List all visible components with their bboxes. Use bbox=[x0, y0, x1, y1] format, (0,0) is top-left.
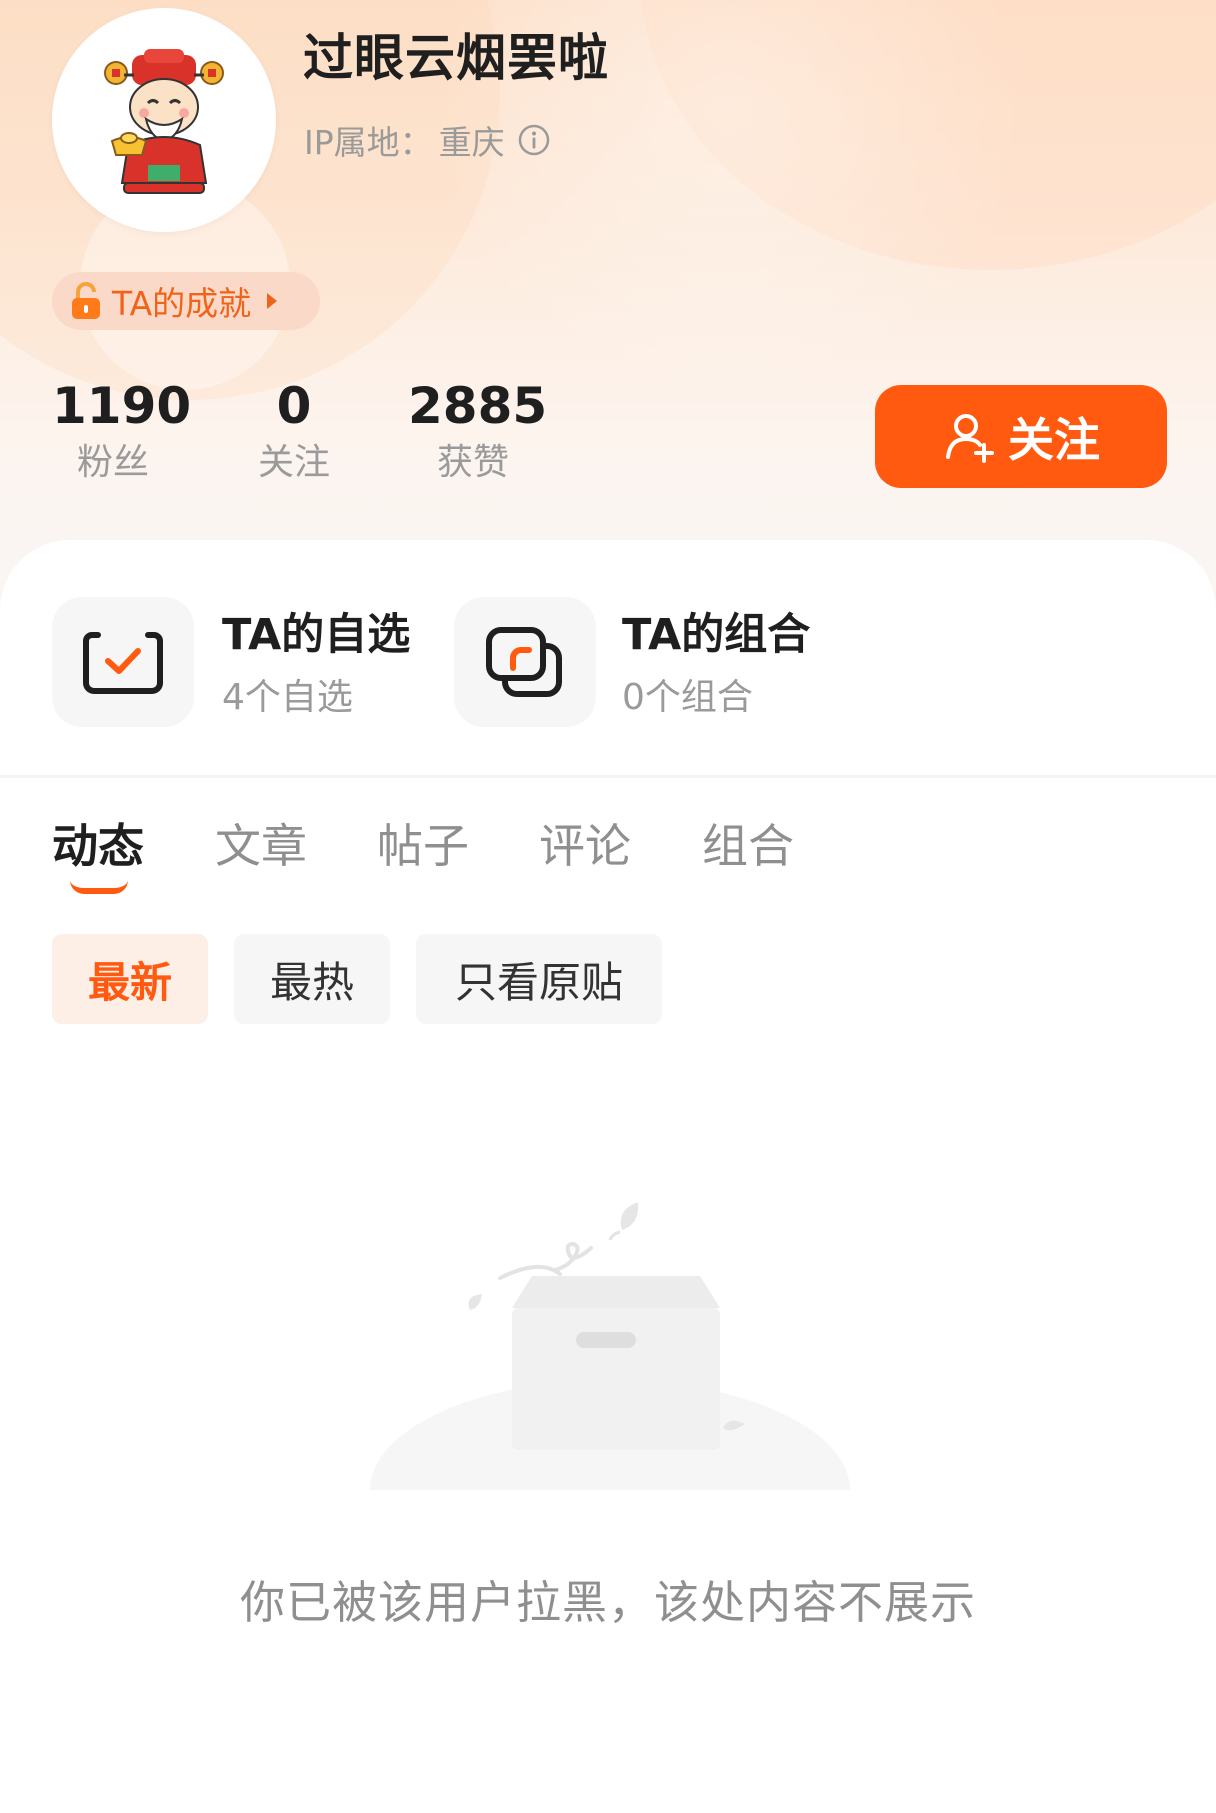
section-divider bbox=[0, 775, 1216, 778]
stat-label: 获赞 bbox=[436, 442, 509, 483]
follow-button[interactable]: 关注 bbox=[875, 385, 1167, 488]
watchlist-check-icon bbox=[83, 632, 163, 694]
achievement-button[interactable]: TA的成就 bbox=[52, 272, 320, 330]
filter-latest[interactable]: 最新 bbox=[52, 934, 208, 1024]
stat-label: 粉丝 bbox=[76, 442, 149, 483]
blocked-message: 你已被该用户拉黑，该处内容不展示 bbox=[239, 1576, 976, 1629]
stat-value: 1190 bbox=[52, 377, 192, 435]
tab-comments[interactable]: 评论 bbox=[539, 810, 631, 876]
portfolio-tile[interactable] bbox=[454, 597, 596, 727]
portfolio-subtitle: 0个组合 bbox=[622, 677, 753, 718]
add-user-icon bbox=[942, 409, 998, 465]
active-tab-indicator bbox=[70, 880, 128, 894]
tab-portfolios[interactable]: 组合 bbox=[702, 810, 794, 876]
ip-label: IP属地： bbox=[304, 123, 433, 162]
follow-button-label: 关注 bbox=[1008, 412, 1100, 467]
avatar[interactable] bbox=[52, 8, 276, 232]
ip-location-row: IP属地： 重庆 bbox=[304, 116, 551, 164]
unlock-icon bbox=[68, 281, 104, 321]
watchlist-tile[interactable] bbox=[52, 597, 194, 727]
stat-label: 关注 bbox=[257, 442, 330, 483]
tab-posts[interactable]: 帖子 bbox=[377, 810, 469, 876]
portfolio-title[interactable]: TA的组合 bbox=[622, 600, 810, 662]
filter-original-only[interactable]: 只看原贴 bbox=[416, 934, 662, 1024]
portfolio-icon bbox=[486, 627, 562, 697]
ip-location: 重庆 bbox=[438, 123, 505, 162]
stat-following[interactable]: 0 关注 bbox=[244, 376, 344, 488]
stat-value: 2885 bbox=[408, 377, 548, 435]
triangle-right-icon bbox=[265, 291, 279, 311]
tab-articles[interactable]: 文章 bbox=[215, 810, 307, 876]
god-of-wealth-avatar-icon bbox=[104, 49, 224, 194]
watchlist-title[interactable]: TA的自选 bbox=[222, 600, 410, 662]
empty-box-icon bbox=[370, 1202, 850, 1490]
username: 过眼云烟罢啦 bbox=[303, 29, 609, 87]
filter-hottest[interactable]: 最热 bbox=[234, 934, 390, 1024]
tab-dynamics[interactable]: 动态 bbox=[52, 810, 144, 876]
info-icon[interactable] bbox=[517, 123, 551, 157]
stat-followers[interactable]: 1190 粉丝 bbox=[52, 376, 192, 488]
stat-value: 0 bbox=[276, 377, 312, 435]
stat-likes[interactable]: 2885 获赞 bbox=[408, 376, 548, 488]
achievement-label: TA的成就 bbox=[112, 284, 252, 323]
watchlist-subtitle: 4个自选 bbox=[222, 677, 353, 718]
